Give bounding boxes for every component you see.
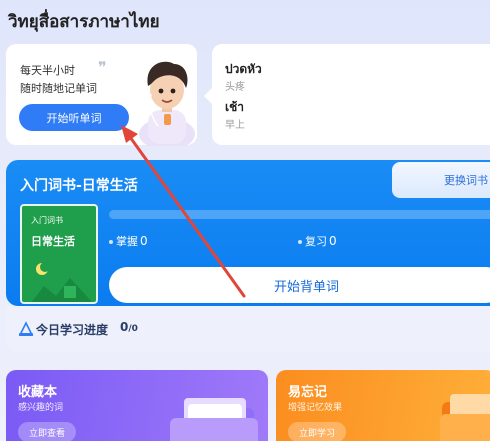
quote-icon: ❞ [98,58,107,77]
stat-review-label: 复习 [305,235,327,248]
promo-line-2: 随时随地记单词 [20,82,97,95]
word-chinese-2: 早上 [225,120,245,131]
easy-forget-subtitle: 增强记忆效果 [288,403,343,413]
mascot-illustration [139,61,195,146]
cover-scene-icon [31,262,93,302]
word-thai-2: เช้า [225,100,244,114]
stat-mastered-value: 0 [140,234,148,248]
study-progress-icon [18,321,34,336]
today-progress-label: 今日学习进度 [36,323,109,337]
cover-series-label: 入门词书 [31,216,63,225]
easy-forget-card[interactable]: 易忘记 增强记忆效果 立即学习 [276,370,490,441]
stat-review-value: 0 [329,234,337,248]
listen-promo-card: 每天半小时 随时随地记单词 ❞ 开始听单词 [6,44,197,146]
cover-title: 日常生活 [31,235,75,248]
today-total: /0 [128,324,138,334]
start-listening-button[interactable]: 开始听单词 [19,104,129,131]
start-memorizing-button[interactable]: 开始背单词 [109,267,490,303]
current-book-panel: 入门词书-日常生活 更换词书 入门词书 日常生活 掌握 0 复习 0 开始背单词 [6,160,490,306]
favorites-card[interactable]: 收藏本 感兴趣的词 立即查看 [6,370,268,441]
word-chinese-1: 头疼 [225,82,245,93]
document-folder-icon [440,394,490,441]
today-progress-strip: 今日学习进度 0/0 [6,306,490,352]
stat-review: 复习 0 [298,233,337,249]
easy-forget-study-button[interactable]: 立即学习 [288,422,346,441]
app-title: วิทยุสื่อสารภาษาไทย [8,12,160,32]
favorites-title: 收藏本 [18,385,58,400]
book-title: 入门词书-日常生活 [20,178,138,194]
favorites-subtitle: 感兴趣的词 [18,403,64,413]
stat-mastered: 掌握 0 [109,233,148,249]
word-thai-1: ปวดหัว [225,62,262,76]
change-book-button[interactable]: 更换词书 [392,162,490,198]
folder-icon [170,398,258,441]
recent-words-card[interactable]: ปวดหัว 头疼 เช้า 早上 [204,44,490,145]
promo-line-1: 每天半小时 [20,64,75,77]
bullet-icon [298,240,302,244]
bullet-icon [109,240,113,244]
easy-forget-title: 易忘记 [288,385,328,400]
today-progress-count: 0/0 [120,320,138,334]
book-progress-bar [109,210,490,219]
stat-mastered-label: 掌握 [116,235,138,248]
book-cover[interactable]: 入门词书 日常生活 [20,204,98,304]
favorites-view-button[interactable]: 立即查看 [18,422,76,441]
